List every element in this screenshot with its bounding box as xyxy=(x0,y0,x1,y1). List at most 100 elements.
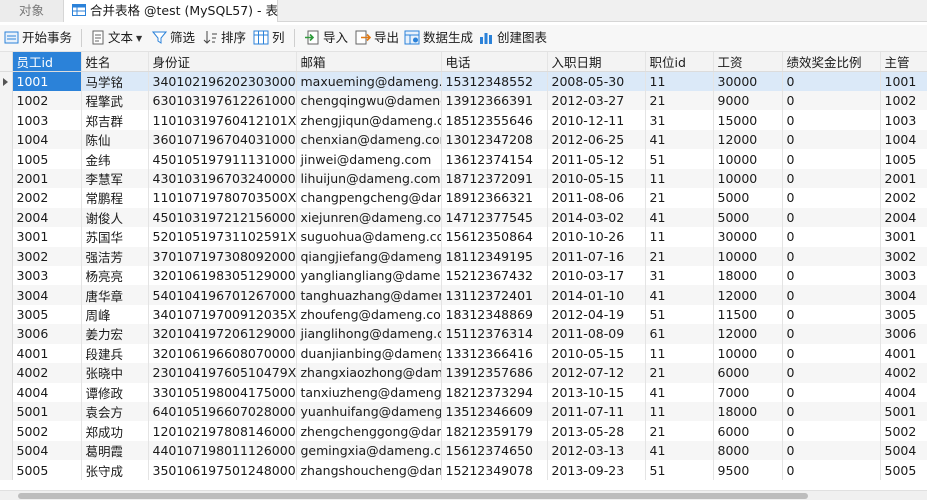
column-header[interactable]: 入职日期 xyxy=(547,52,646,72)
table-cell[interactable]: 34010719700912035X xyxy=(148,304,297,325)
table-cell[interactable]: 0 xyxy=(782,71,881,91)
table-cell[interactable]: duanjianbing@dameng.com xyxy=(296,343,442,364)
table-cell[interactable]: 11 xyxy=(645,402,714,422)
row-indicator[interactable] xyxy=(0,285,13,305)
table-cell[interactable]: 2010-10-26 xyxy=(547,227,646,247)
table-cell[interactable]: 唐华章 xyxy=(81,285,149,305)
table-cell[interactable]: 430103196703240000 xyxy=(148,168,297,189)
table-cell[interactable]: 5005 xyxy=(12,460,82,480)
table-cell[interactable]: 18212373294 xyxy=(441,382,548,402)
table-cell[interactable]: 5004 xyxy=(12,440,82,461)
table-cell[interactable]: 51 xyxy=(645,304,714,325)
table-cell[interactable]: 1005 xyxy=(880,149,927,169)
table-cell[interactable]: 370107197308092000 xyxy=(148,246,297,266)
table-cell[interactable]: 13912366391 xyxy=(441,91,548,111)
table-cell[interactable]: 0 xyxy=(782,440,881,461)
table-cell[interactable]: 4002 xyxy=(12,363,82,383)
table-cell[interactable]: 3006 xyxy=(880,324,927,344)
table-row[interactable]: 5001 袁会方 640105196607028000 yuanhuifang@dam… xyxy=(0,402,927,422)
table-cell[interactable]: 41 xyxy=(645,440,714,461)
table-cell[interactable]: 41 xyxy=(645,285,714,305)
table-cell[interactable]: 41 xyxy=(645,129,714,150)
table-cell[interactable]: 0 xyxy=(782,324,881,344)
table-cell[interactable]: 320106196608070000 xyxy=(148,343,297,364)
table-cell[interactable]: 11500 xyxy=(713,304,783,325)
table-row[interactable]: 1002 程擎武 630103197612261000 chengqingwu@dam… xyxy=(0,91,927,111)
table-cell[interactable]: 21 xyxy=(645,246,714,266)
table-cell[interactable]: 0 xyxy=(782,343,881,364)
table-cell[interactable]: 强洁芳 xyxy=(81,246,149,266)
table-cell[interactable]: 120102197808146000 xyxy=(148,421,297,441)
table-row[interactable]: 2001 李慧军 430103196703240000 lihuijun@dameng… xyxy=(0,168,927,189)
table-cell[interactable]: 15612374650 xyxy=(441,440,548,461)
table-row[interactable]: 2004 谢俊人 450103197212156000 xiejunren@damen… xyxy=(0,207,927,228)
table-cell[interactable]: 51 xyxy=(645,460,714,480)
table-row[interactable]: 1003 郑吉群 11010319760412101X zhengjiqun@dame… xyxy=(0,110,927,130)
table-cell[interactable]: 4001 xyxy=(12,343,82,364)
table-cell[interactable]: 程擎武 xyxy=(81,91,149,111)
table-cell[interactable]: 2002 xyxy=(880,188,927,208)
table-cell[interactable]: 41 xyxy=(645,382,714,402)
table-cell[interactable]: 8000 xyxy=(713,440,783,461)
table-cell[interactable]: 31 xyxy=(645,265,714,286)
table-cell[interactable]: 61 xyxy=(645,324,714,344)
table-cell[interactable]: 15212367432 xyxy=(441,265,548,286)
table-cell[interactable]: 11 xyxy=(645,71,714,91)
row-indicator[interactable] xyxy=(0,460,13,480)
row-indicator[interactable] xyxy=(0,440,13,461)
row-indicator[interactable] xyxy=(0,343,13,364)
table-cell[interactable]: 41 xyxy=(645,207,714,228)
table-row[interactable]: 4001 段建兵 320106196608070000 duanjianbing@da… xyxy=(0,343,927,364)
table-cell[interactable]: 2014-03-02 xyxy=(547,207,646,228)
table-cell[interactable]: 18212359179 xyxy=(441,421,548,441)
table-cell[interactable]: zhoufeng@dameng.com xyxy=(296,304,442,325)
row-indicator[interactable] xyxy=(0,304,13,325)
text-dropdown-button[interactable]: 文本 ▼ xyxy=(91,27,142,49)
table-cell[interactable]: 330105198004175000 xyxy=(148,382,297,402)
table-cell[interactable]: 12000 xyxy=(713,324,783,344)
table-cell[interactable]: yangliangliang@dameng.com xyxy=(296,265,442,286)
table-cell[interactable]: qiangjiefang@dameng.com xyxy=(296,246,442,266)
table-cell[interactable]: 0 xyxy=(782,207,881,228)
table-cell[interactable]: 18512355646 xyxy=(441,110,548,130)
table-cell[interactable]: 4001 xyxy=(880,343,927,364)
row-indicator[interactable] xyxy=(0,91,13,111)
table-cell[interactable]: xiejunren@dameng.com xyxy=(296,207,442,228)
table-cell[interactable]: 21 xyxy=(645,421,714,441)
table-cell[interactable]: 2001 xyxy=(12,168,82,189)
table-cell[interactable]: 陈仙 xyxy=(81,129,149,150)
table-cell[interactable]: 1001 xyxy=(880,71,927,91)
table-cell[interactable]: 13012347208 xyxy=(441,129,548,150)
table-cell[interactable]: 2011-07-11 xyxy=(547,402,646,422)
table-cell[interactable]: 2014-01-10 xyxy=(547,285,646,305)
column-header[interactable]: 员工id xyxy=(12,52,82,72)
table-cell[interactable]: jianglihong@dameng.com xyxy=(296,324,442,344)
table-cell[interactable]: 0 xyxy=(782,246,881,266)
table-cell[interactable]: 2008-05-30 xyxy=(547,71,646,91)
table-cell[interactable]: 1003 xyxy=(12,110,82,130)
table-cell[interactable]: 15312348552 xyxy=(441,71,548,91)
import-button[interactable]: 导入 xyxy=(304,27,348,49)
table-cell[interactable]: 2004 xyxy=(880,207,927,228)
column-header[interactable]: 电话 xyxy=(441,52,548,72)
table-cell[interactable]: 0 xyxy=(782,91,881,111)
table-cell[interactable]: 周峰 xyxy=(81,304,149,325)
table-cell[interactable]: 0 xyxy=(782,460,881,480)
table-cell[interactable]: yuanhuifang@dameng.com xyxy=(296,402,442,422)
table-cell[interactable]: 2010-05-15 xyxy=(547,168,646,189)
table-cell[interactable]: 5004 xyxy=(880,440,927,461)
tab-objects[interactable]: 对象 xyxy=(0,0,64,22)
table-cell[interactable]: 12000 xyxy=(713,285,783,305)
table-cell[interactable]: 2013-05-28 xyxy=(547,421,646,441)
table-cell[interactable]: 10000 xyxy=(713,246,783,266)
row-indicator[interactable] xyxy=(0,207,13,228)
begin-transaction-button[interactable]: 开始事务 xyxy=(4,27,72,49)
table-cell[interactable]: 1004 xyxy=(12,129,82,150)
table-cell[interactable]: 11010719780703500X xyxy=(148,188,297,208)
table-cell[interactable]: 3006 xyxy=(12,324,82,344)
table-cell[interactable]: 0 xyxy=(782,110,881,130)
table-cell[interactable]: 14712377545 xyxy=(441,207,548,228)
table-cell[interactable]: 0 xyxy=(782,421,881,441)
table-cell[interactable]: 320106198305129000 xyxy=(148,265,297,286)
table-cell[interactable]: 1004 xyxy=(880,129,927,150)
